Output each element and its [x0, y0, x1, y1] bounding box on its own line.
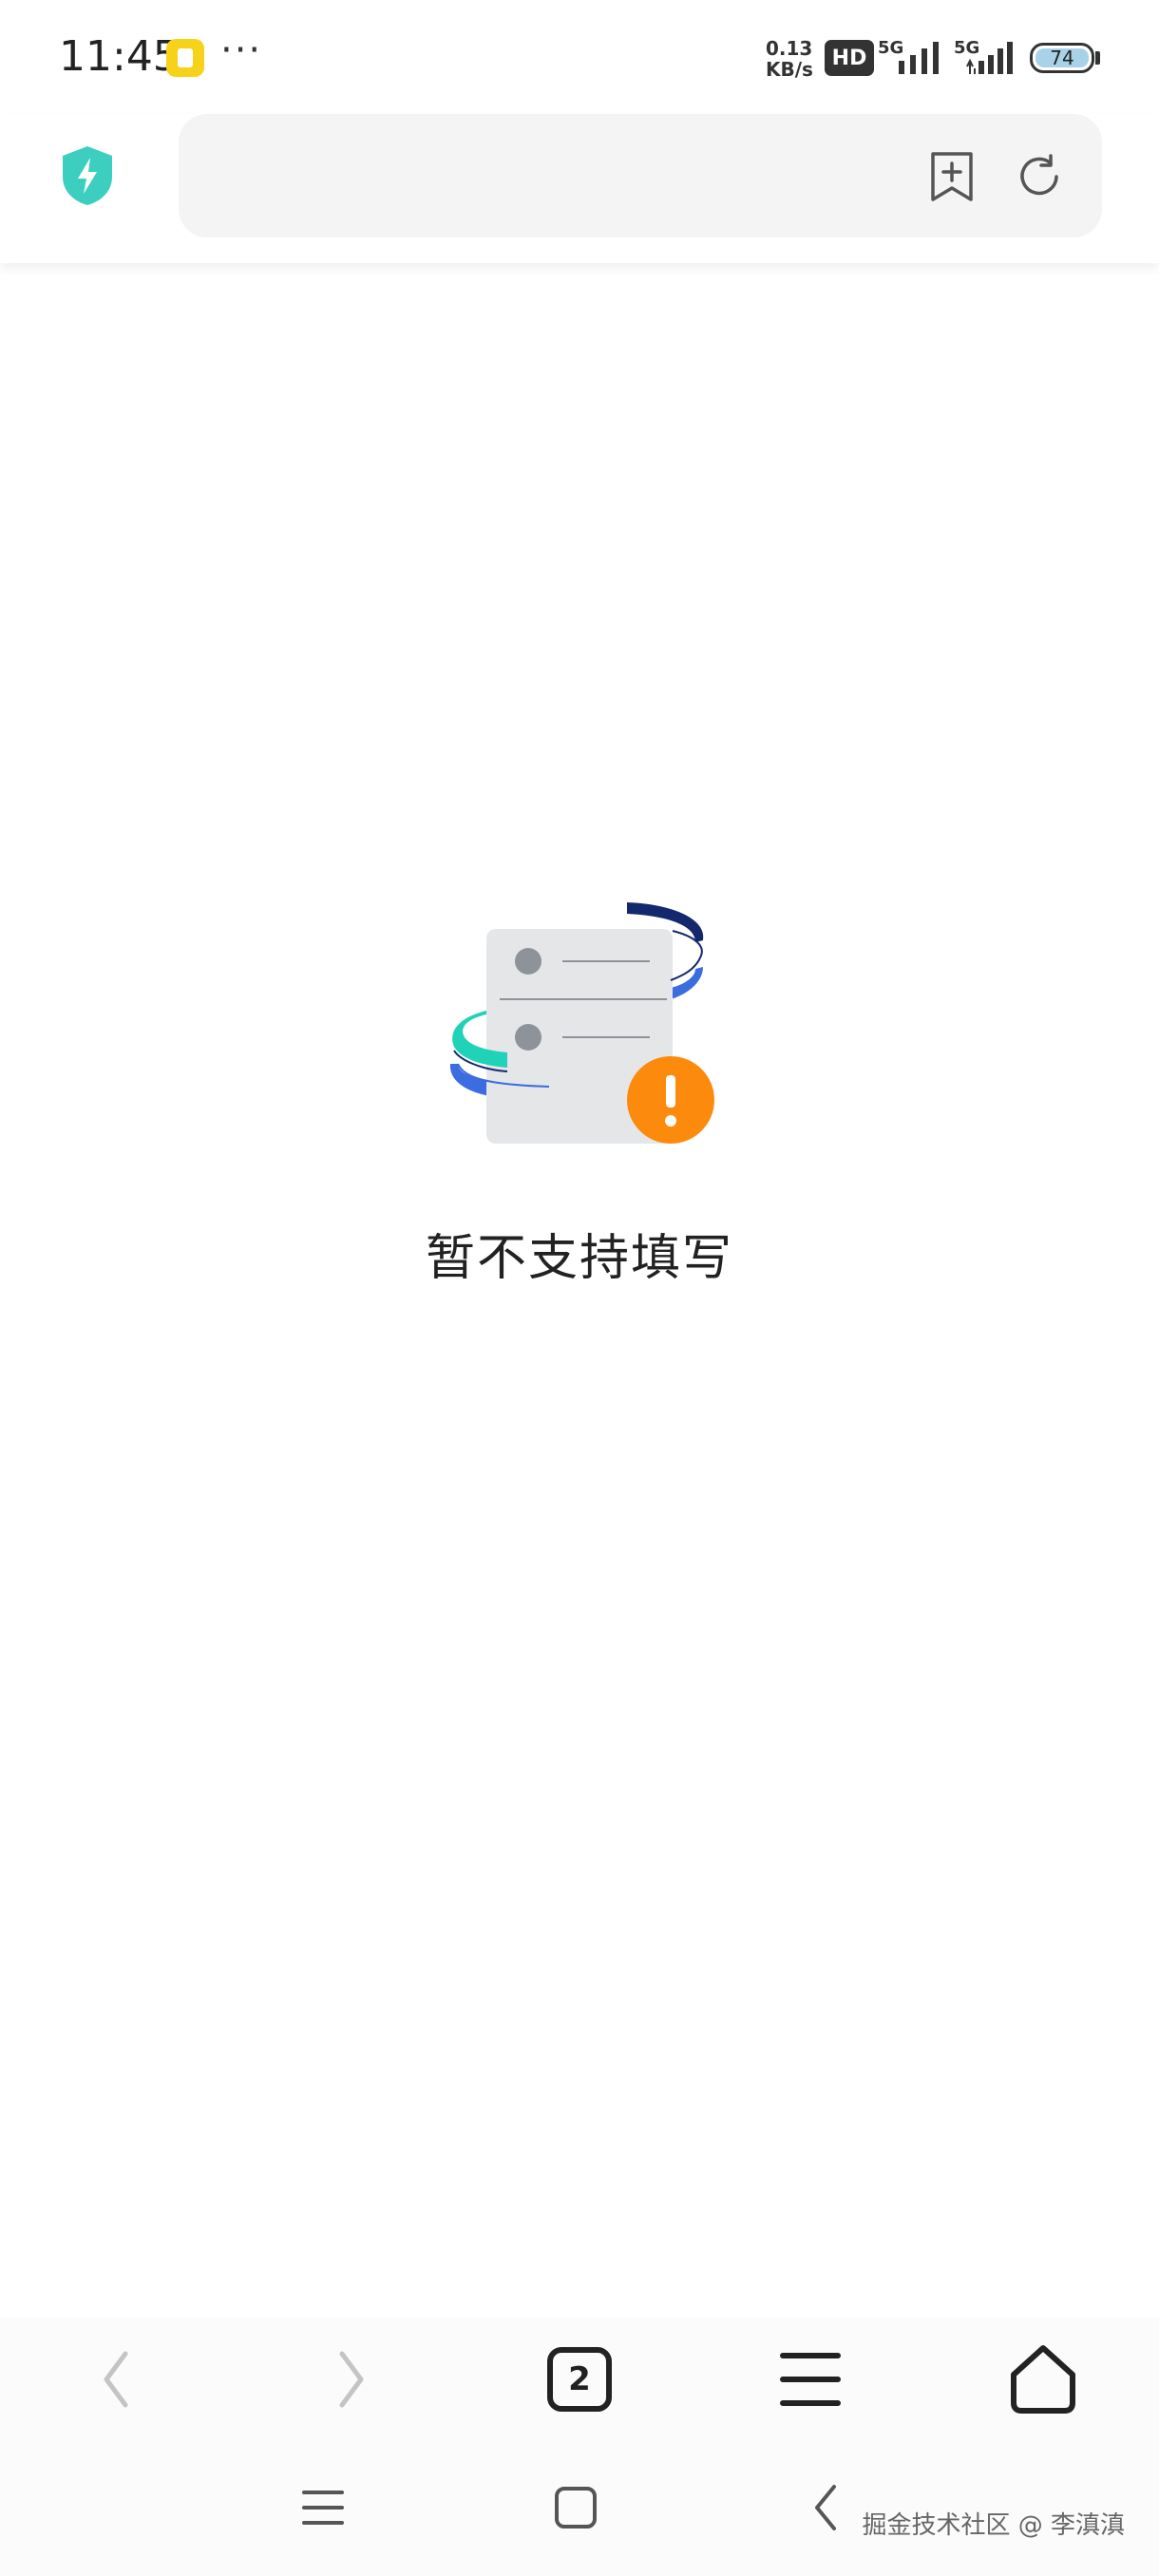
bookmark-add-icon[interactable]	[927, 150, 977, 203]
menu-icon[interactable]	[768, 2337, 853, 2422]
system-recents-icon[interactable]	[294, 2479, 352, 2536]
tab-count: 2	[568, 2360, 591, 2398]
battery-level: 74	[1050, 47, 1074, 69]
hd-voice-badge: HD	[825, 40, 874, 76]
battery-nub	[1095, 51, 1100, 65]
notification-app-icon	[166, 39, 204, 77]
signal-2-icon	[966, 42, 1013, 74]
status-time: 11:45	[59, 32, 180, 81]
battery-icon: 74	[1030, 43, 1094, 73]
tabs-button[interactable]: 2	[537, 2337, 622, 2422]
more-notifications-icon: ···	[220, 28, 263, 72]
refresh-icon[interactable]	[1013, 150, 1066, 203]
network-speed-unit: KB/s	[766, 58, 813, 81]
document-error-illustration	[449, 902, 714, 1144]
system-back-icon[interactable]	[798, 2479, 855, 2536]
signal-1-icon	[899, 42, 939, 74]
empty-state-message: 暂不支持填写	[425, 1230, 733, 1287]
watermark-text: 掘金技术社区 @ 李滇滇	[862, 2511, 1125, 2540]
network-speed-value: 0.13	[766, 37, 813, 60]
url-input[interactable]	[207, 142, 895, 211]
system-home-icon[interactable]	[547, 2479, 604, 2536]
forward-arrow-icon[interactable]	[306, 2337, 391, 2422]
network-speed: 0.13 KB/s	[766, 38, 823, 80]
back-arrow-icon[interactable]	[76, 2337, 162, 2422]
home-icon[interactable]	[1000, 2337, 1086, 2422]
shield-lightning-icon[interactable]	[59, 144, 116, 207]
